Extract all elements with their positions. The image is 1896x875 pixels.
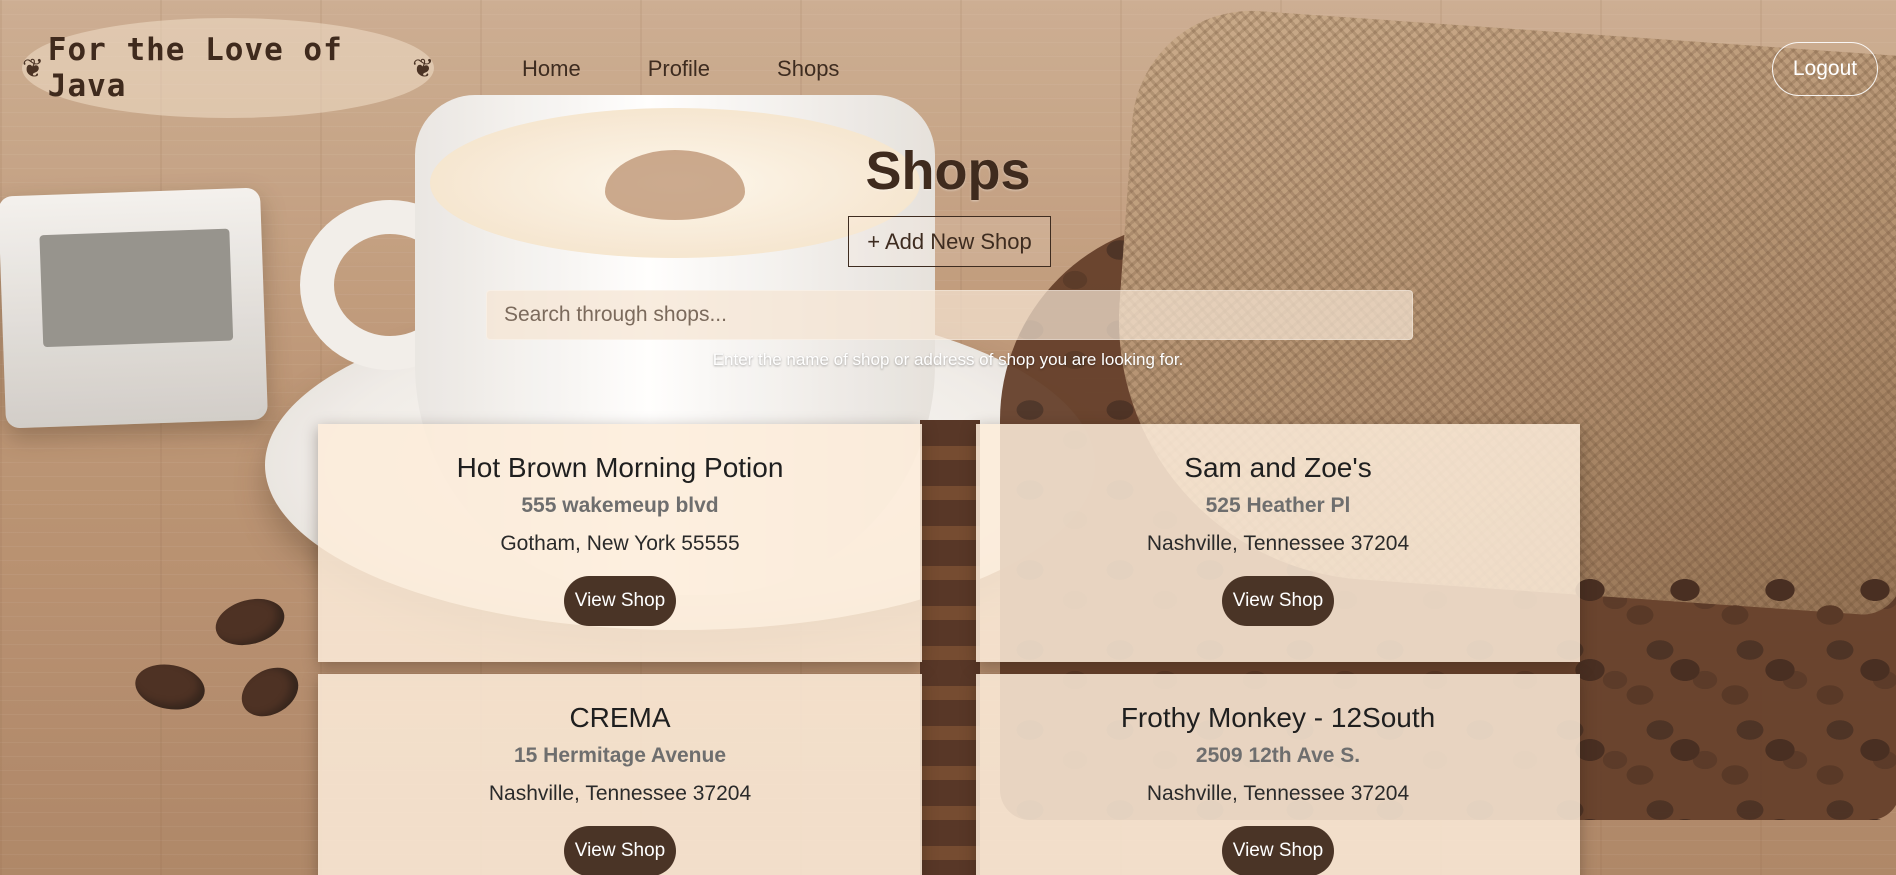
shop-name: Hot Brown Morning Potion bbox=[456, 452, 784, 483]
shop-name: Frothy Monkey - 12South bbox=[1120, 702, 1436, 733]
shop-street: 2509 12th Ave S. bbox=[1195, 744, 1361, 767]
search-input[interactable] bbox=[486, 290, 1413, 340]
shop-card: Sam and Zoe's 525 Heather Pl Nashville, … bbox=[976, 424, 1580, 662]
shop-city: Nashville, Tennessee 37204 bbox=[1146, 532, 1410, 555]
view-shop-button[interactable]: View Shop bbox=[564, 576, 676, 626]
shop-street: 555 wakemeup blvd bbox=[521, 494, 719, 517]
brand-name: For the Love of Java bbox=[47, 32, 343, 104]
page-title: Shops bbox=[865, 141, 1031, 201]
add-shop-button[interactable]: + Add New Shop bbox=[848, 216, 1051, 267]
logout-button[interactable]: Logout bbox=[1772, 42, 1878, 96]
shop-city: Nashville, Tennessee 37204 bbox=[1146, 782, 1410, 805]
coffee-bean-icon: ❦ bbox=[412, 53, 434, 83]
shop-street: 15 Hermitage Avenue bbox=[513, 744, 727, 767]
shop-street: 525 Heather Pl bbox=[1205, 494, 1351, 517]
search-hint: Enter the name of shop or address of sho… bbox=[712, 350, 1184, 369]
nav-profile[interactable]: Profile bbox=[648, 56, 710, 82]
coffee-bean-icon: ❦ bbox=[22, 53, 44, 83]
view-shop-button[interactable]: View Shop bbox=[1222, 826, 1334, 875]
shop-card: CREMA 15 Hermitage Avenue Nashville, Ten… bbox=[318, 674, 922, 875]
nav-shops[interactable]: Shops bbox=[777, 56, 839, 82]
shop-card: Hot Brown Morning Potion 555 wakemeup bl… bbox=[318, 424, 922, 662]
shop-name: Sam and Zoe's bbox=[1184, 452, 1372, 483]
main-nav: Home Profile Shops bbox=[522, 56, 906, 82]
brand-logo[interactable]: ❦ For the Love of Java ❦ bbox=[22, 18, 434, 118]
shop-city: Nashville, Tennessee 37204 bbox=[488, 782, 752, 805]
shop-city: Gotham, New York 55555 bbox=[500, 532, 740, 555]
nav-home[interactable]: Home bbox=[522, 56, 581, 82]
view-shop-button[interactable]: View Shop bbox=[564, 826, 676, 875]
view-shop-button[interactable]: View Shop bbox=[1222, 576, 1334, 626]
background-photo bbox=[0, 0, 1896, 875]
shop-name: CREMA bbox=[569, 702, 671, 733]
shop-card: Frothy Monkey - 12South 2509 12th Ave S.… bbox=[976, 674, 1580, 875]
